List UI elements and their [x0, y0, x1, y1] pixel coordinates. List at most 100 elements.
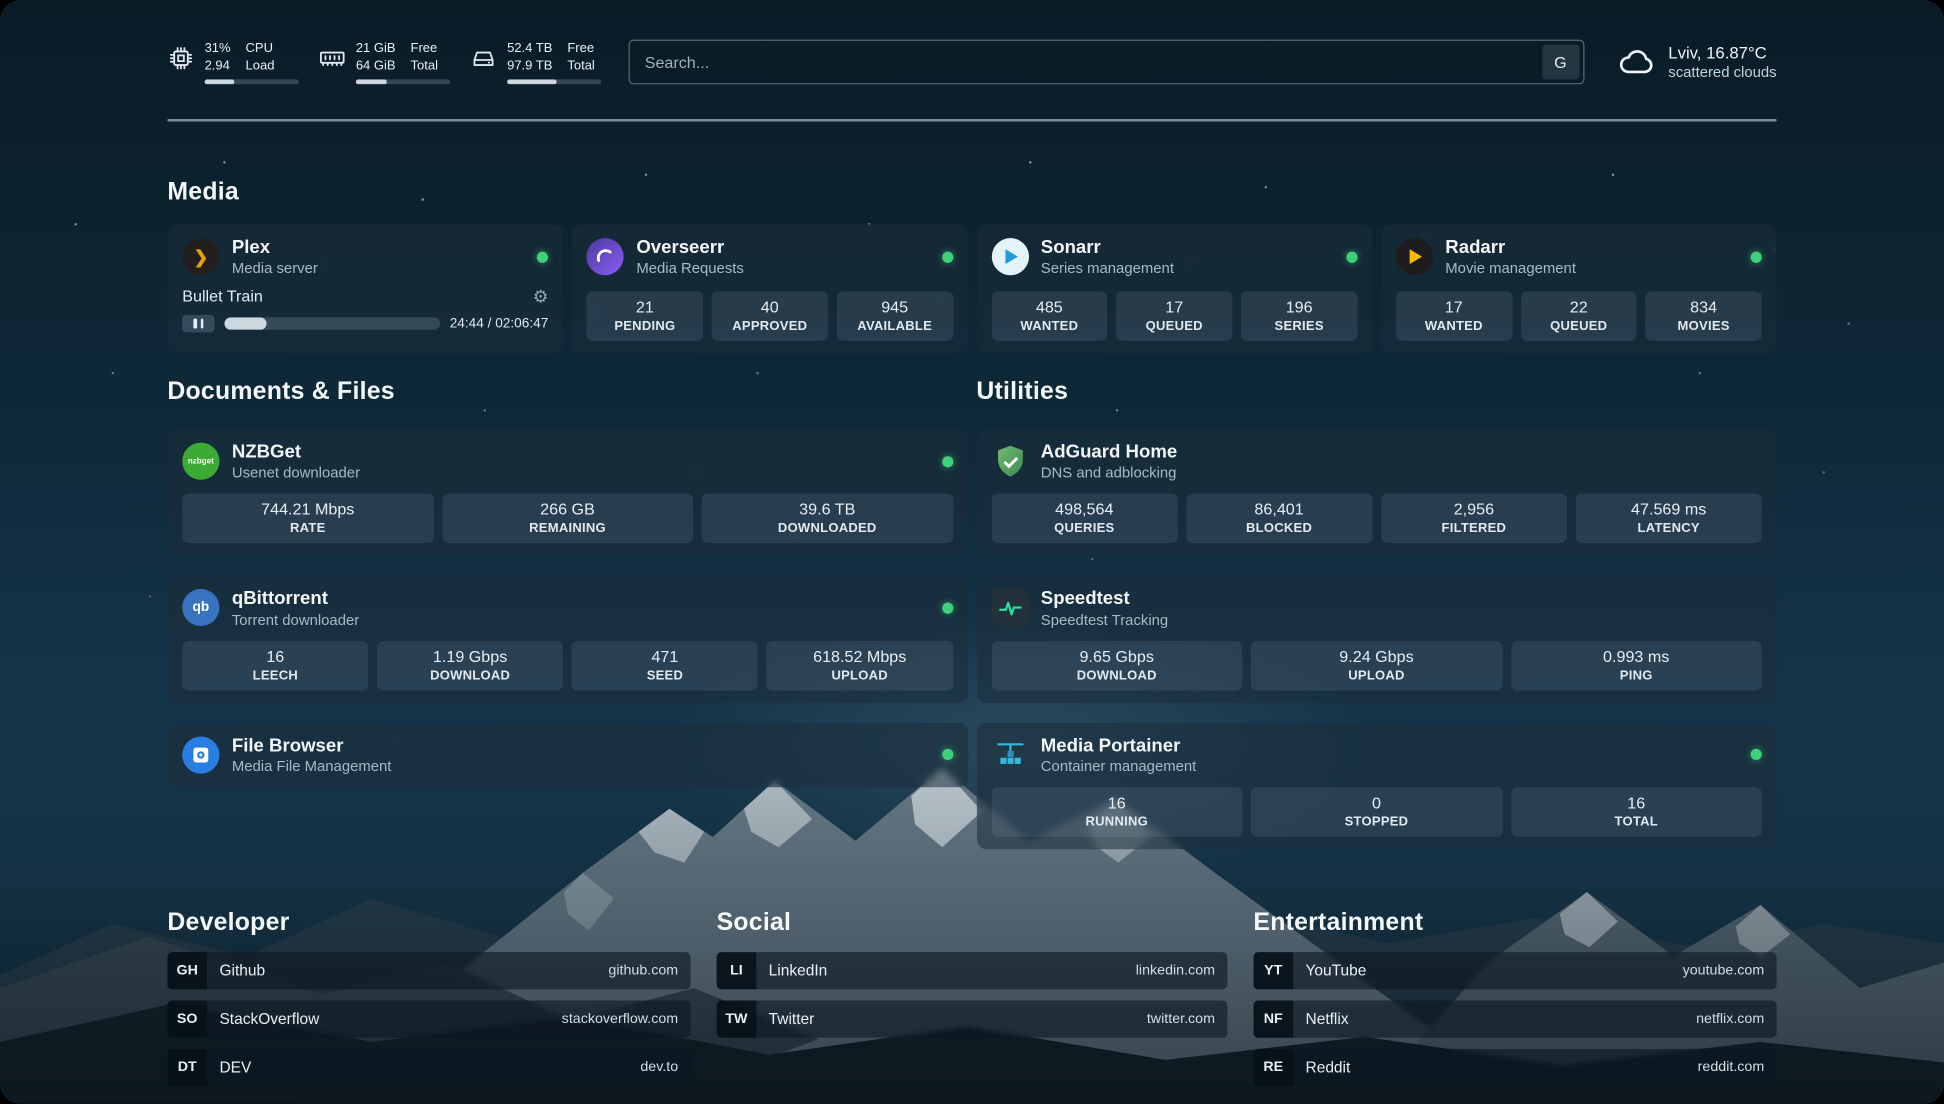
stat-tile: 266 GBREMAINING — [442, 494, 693, 544]
bookmark-item[interactable]: TWTwittertwitter.com — [717, 1000, 1228, 1037]
stat-value: 86,401 — [1188, 500, 1369, 519]
app-card-adguard[interactable]: AdGuard Home DNS and adblocking 498,564Q… — [976, 429, 1776, 556]
topbar-divider — [167, 119, 1776, 121]
bookmark-item[interactable]: SO StackOverflow stackoverflow.com — [167, 1000, 690, 1037]
stat-tile: 22QUEUED — [1521, 291, 1637, 341]
stat-label: RUNNING — [994, 814, 1240, 829]
app-subtitle: Movie management — [1445, 259, 1576, 276]
app-card-sonarr[interactable]: Sonarr Series management 485WANTED17QUEU… — [976, 224, 1372, 353]
app-card-speedtest[interactable]: Speedtest Speedtest Tracking 9.65 GbpsDO… — [976, 576, 1776, 703]
stat-label: TOTAL — [1513, 814, 1759, 829]
ram-icon — [319, 44, 346, 71]
bookmark-name: Github — [219, 962, 265, 979]
cpu-labels: CPULoad — [245, 39, 274, 74]
app-name: Plex — [232, 237, 318, 258]
bookmark-name: Reddit — [1306, 1058, 1351, 1075]
qbittorrent-icon: qb — [182, 589, 219, 626]
bookmark-list: YTYouTubeyoutube.com NFNetflixnetflix.com… — [1253, 952, 1776, 1086]
app-card-qbittorrent[interactable]: qb qBittorrent Torrent downloader 16LEEC… — [167, 576, 967, 703]
stat-tile: 498,564QUERIES — [991, 494, 1177, 544]
disk-widget: 52.4 TB97.9 TB FreeTotal — [470, 39, 601, 84]
stat-value: 744.21 Mbps — [185, 500, 431, 519]
app-subtitle: Torrent downloader — [232, 611, 359, 628]
stat-tile: 9.24 GbpsUPLOAD — [1251, 640, 1502, 690]
section-title-documents: Documents & Files — [167, 378, 967, 407]
bookmark-item[interactable]: YTYouTubeyoutube.com — [1253, 952, 1776, 989]
section-title-entertainment: Entertainment — [1253, 908, 1776, 937]
bookmark-group-social: Social LILinkedInlinkedin.comTWTwittertw… — [717, 908, 1228, 1085]
bookmark-url: github.com — [608, 963, 690, 978]
stat-tile: 834MOVIES — [1646, 291, 1762, 341]
stat-value: 1.19 Gbps — [380, 647, 561, 666]
app-card-plex[interactable]: ❯ Plex Media server Bullet Train ⚙ — [167, 224, 563, 353]
bookmark-item[interactable]: RERedditreddit.com — [1253, 1049, 1776, 1086]
app-subtitle: Media server — [232, 259, 318, 276]
app-subtitle: Media File Management — [232, 757, 392, 774]
stat-tile: 86,401BLOCKED — [1186, 494, 1372, 544]
stat-label: UPLOAD — [1253, 668, 1499, 683]
stat-tile: 744.21 MbpsRATE — [182, 494, 433, 544]
bookmark-url: netflix.com — [1696, 1011, 1777, 1026]
section-title-media: Media — [167, 179, 1776, 208]
search-engine-button[interactable]: G — [1542, 45, 1579, 80]
stat-tile: 21PENDING — [587, 291, 703, 341]
media-grid: ❯ Plex Media server Bullet Train ⚙ — [167, 224, 1776, 353]
cpu-icon — [167, 44, 194, 71]
app-subtitle: Usenet downloader — [232, 464, 360, 481]
app-card-nzbget[interactable]: nzbget NZBGet Usenet downloader 744.21 M… — [167, 429, 967, 556]
stats-row: 16RUNNING0STOPPED16TOTAL — [991, 787, 1762, 837]
app-subtitle: DNS and adblocking — [1041, 464, 1177, 481]
app-card-overseerr[interactable]: Overseerr Media Requests 21PENDING40APPR… — [572, 224, 968, 353]
bookmark-url: dev.to — [640, 1060, 690, 1075]
stat-label: WANTED — [994, 319, 1105, 334]
status-dot — [537, 251, 548, 262]
stat-tile: 16LEECH — [182, 640, 368, 690]
stat-tile: 16RUNNING — [991, 787, 1242, 837]
portainer-icon — [991, 736, 1028, 773]
bookmark-icon: GH — [167, 952, 207, 989]
stats-row: 17WANTED22QUEUED834MOVIES — [1396, 291, 1762, 341]
stat-tile: 17WANTED — [1396, 291, 1512, 341]
search-input[interactable] — [634, 53, 1542, 72]
status-dot — [1751, 251, 1762, 262]
status-dot — [942, 251, 953, 262]
bookmark-list: LILinkedInlinkedin.com TWTwittertwitter.c… — [717, 952, 1228, 1038]
stats-row: 485WANTED17QUEUED196SERIES — [991, 291, 1357, 341]
bookmark-icon: SO — [167, 1000, 207, 1037]
pause-button[interactable] — [182, 315, 214, 332]
sonarr-icon — [991, 238, 1028, 275]
stat-label: QUEUED — [1523, 319, 1634, 334]
stat-tile: 9.65 GbpsDOWNLOAD — [991, 640, 1242, 690]
stat-value: 21 — [589, 298, 700, 317]
stat-label: LATENCY — [1578, 521, 1759, 536]
search-bar: G — [629, 40, 1584, 85]
app-card-filebrowser[interactable]: File Browser Media File Management — [167, 722, 967, 787]
weather-widget[interactable]: Lviv, 16.87°C scattered clouds — [1616, 42, 1776, 82]
bookmark-url: stackoverflow.com — [562, 1011, 691, 1026]
topbar: 31%2.94 CPULoad — [167, 37, 1776, 87]
stat-tile: 618.52 MbpsUPLOAD — [767, 640, 953, 690]
app-card-portainer[interactable]: Media Portainer Container management 16R… — [976, 722, 1776, 849]
bookmark-name: StackOverflow — [219, 1010, 319, 1027]
app-name: qBittorrent — [232, 588, 359, 609]
app-name: AdGuard Home — [1041, 441, 1177, 462]
app-card-radarr[interactable]: Radarr Movie management 17WANTED22QUEUED… — [1381, 224, 1777, 353]
stat-label: STOPPED — [1253, 814, 1499, 829]
playback-progress[interactable] — [224, 318, 439, 330]
bookmark-item[interactable]: LILinkedInlinkedin.com — [717, 952, 1228, 989]
app-name: Speedtest — [1041, 588, 1168, 609]
bookmark-item[interactable]: NFNetflixnetflix.com — [1253, 1000, 1776, 1037]
adguard-icon — [991, 443, 1028, 480]
app-subtitle: Speedtest Tracking — [1041, 611, 1168, 628]
ram-widget: 21 GiB64 GiB FreeTotal — [319, 39, 450, 84]
stat-tile: 1.19 GbpsDOWNLOAD — [377, 640, 563, 690]
bookmark-item[interactable]: DTDEVdev.to — [167, 1049, 690, 1086]
filebrowser-icon — [182, 736, 219, 773]
stat-label: MOVIES — [1648, 319, 1759, 334]
status-dot — [1346, 251, 1357, 262]
bookmark-item[interactable]: GH Github github.com — [167, 952, 690, 989]
stat-label: DOWNLOAD — [994, 668, 1240, 683]
settings-icon[interactable]: ⚙ — [533, 287, 549, 304]
disk-bar — [507, 80, 601, 85]
app-name: Media Portainer — [1041, 735, 1196, 756]
